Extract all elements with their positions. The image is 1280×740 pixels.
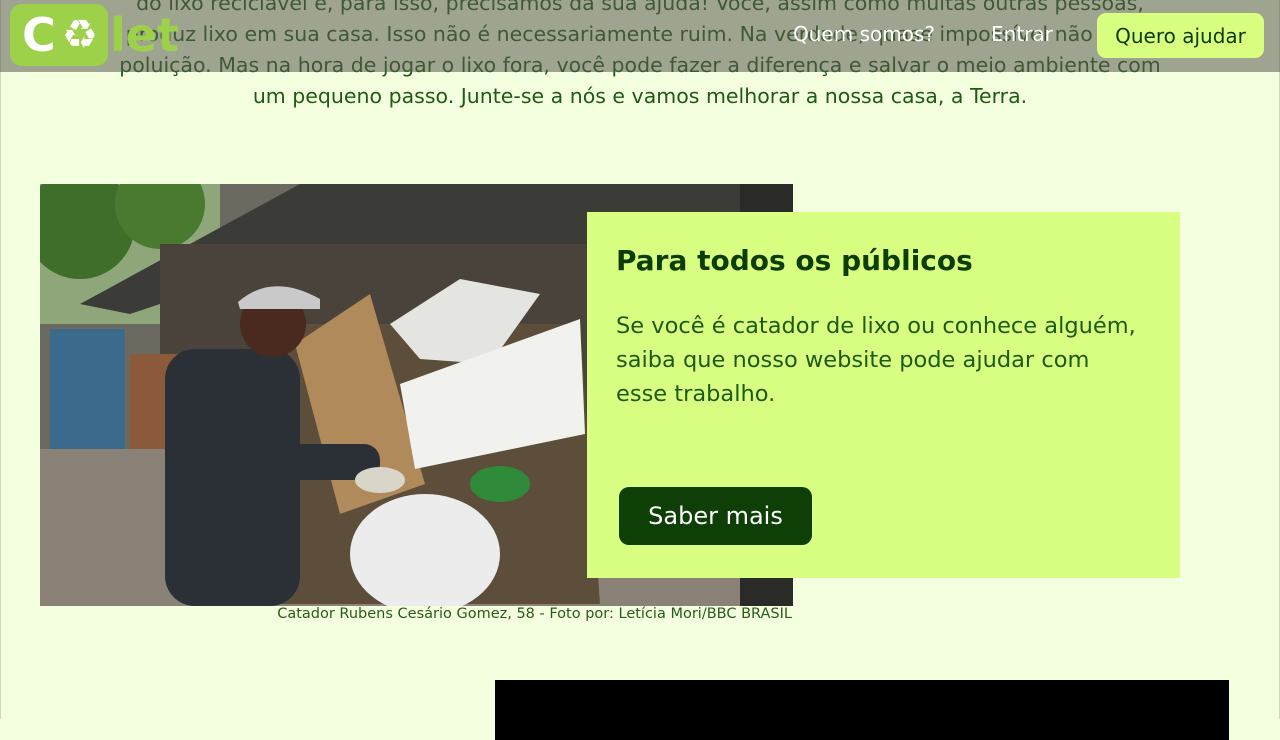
top-navbar: C ♻ let Quem somos? Entrar Quero ajudar [0,0,1280,72]
learn-more-button[interactable]: Saber mais [619,487,812,545]
recycle-icon: ♻ [62,12,98,58]
video-block[interactable] [495,680,1229,740]
card-title: Para todos os públicos [616,244,973,277]
nav-link-about[interactable]: Quem somos? [793,22,935,46]
help-button[interactable]: Quero ajudar [1097,13,1264,58]
feature-card: Para todos os públicos Se você é catador… [587,212,1180,578]
nav-link-login[interactable]: Entrar [991,22,1053,46]
logo[interactable]: C ♻ let [10,4,179,66]
logo-badge: C ♻ [10,4,108,66]
logo-letter-c: C [22,8,56,62]
logo-wordmark: let [110,8,179,62]
card-text: Se você é catador de lixo ou conhece alg… [616,313,1136,407]
photo-caption: Catador Rubens Cesário Gomez, 58 - Foto … [277,606,792,622]
